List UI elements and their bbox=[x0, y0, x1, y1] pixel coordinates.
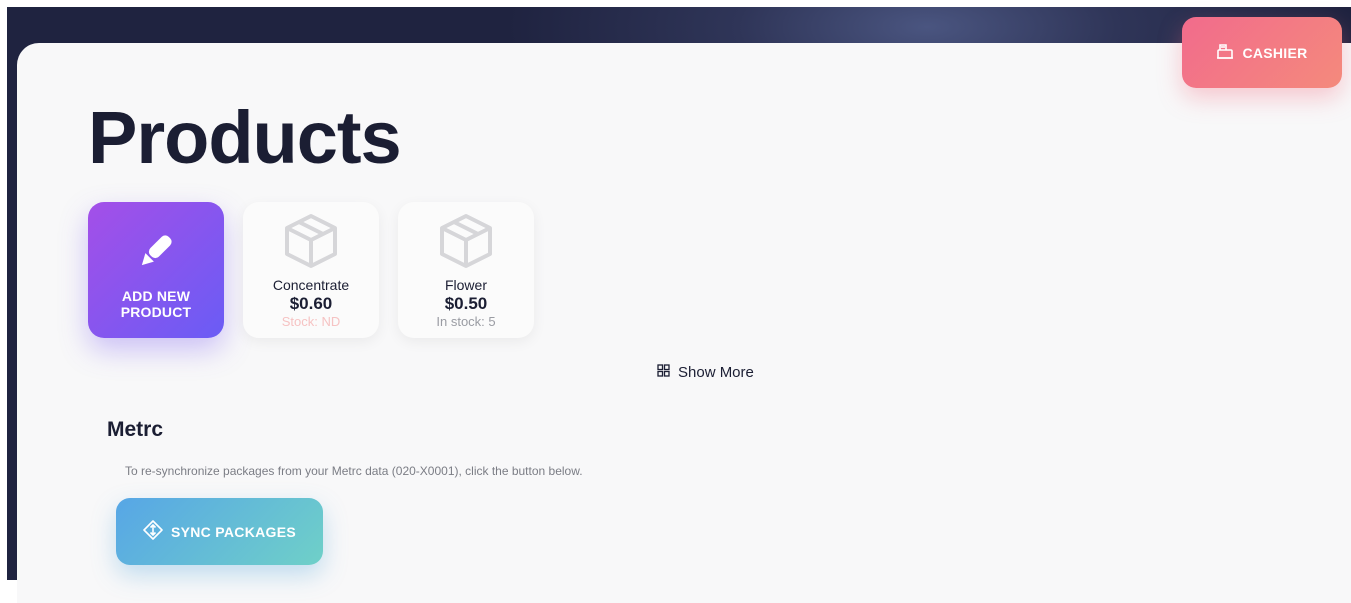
sync-packages-button[interactable]: SYNC PACKAGES bbox=[116, 498, 323, 565]
show-more-label: Show More bbox=[678, 364, 754, 381]
pencil-icon bbox=[135, 230, 177, 277]
product-price: $0.60 bbox=[289, 294, 333, 313]
show-more-button[interactable]: Show More bbox=[657, 364, 754, 381]
sync-diamond-icon bbox=[143, 520, 163, 543]
product-stock: Stock: ND bbox=[281, 314, 341, 329]
grid-icon bbox=[657, 364, 670, 381]
metrc-description: To re-synchronize packages from your Met… bbox=[125, 464, 583, 478]
product-stock: In stock: 5 bbox=[436, 314, 496, 329]
page-title: Products bbox=[88, 96, 402, 179]
box-icon bbox=[435, 210, 497, 277]
cash-register-icon bbox=[1216, 43, 1234, 62]
cashier-label: CASHIER bbox=[1242, 44, 1308, 61]
box-icon bbox=[280, 210, 342, 277]
product-name: Flower bbox=[444, 277, 487, 293]
product-card-flower[interactable]: Flower $0.50 In stock: 5 bbox=[398, 202, 534, 338]
add-new-product-button[interactable]: ADD NEW PRODUCT bbox=[88, 202, 224, 338]
add-new-product-label: ADD NEW PRODUCT bbox=[120, 288, 192, 320]
product-name: Concentrate bbox=[272, 277, 350, 293]
product-price: $0.50 bbox=[444, 294, 488, 313]
product-card-concentrate[interactable]: Concentrate $0.60 Stock: ND bbox=[243, 202, 379, 338]
sync-packages-label: SYNC PACKAGES bbox=[171, 523, 296, 540]
cashier-button[interactable]: CASHIER bbox=[1182, 17, 1342, 88]
metrc-section-title: Metrc bbox=[107, 418, 164, 441]
